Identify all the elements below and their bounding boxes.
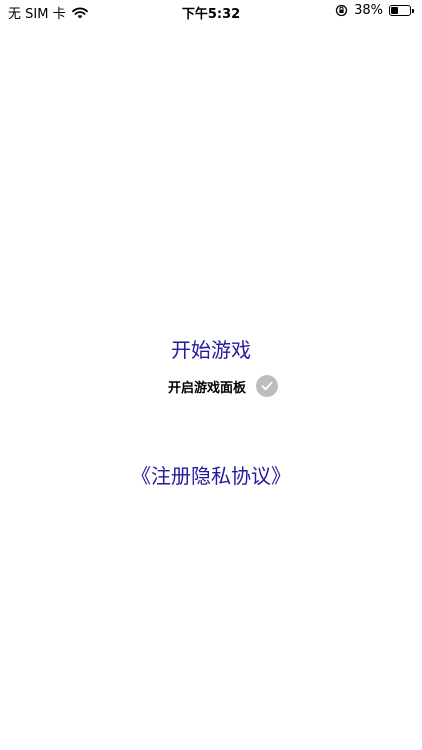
lock-rotation-icon [335, 4, 348, 17]
status-left: 无 SIM 卡 [8, 3, 88, 22]
start-game-button[interactable]: 开始游戏 [0, 334, 422, 363]
game-panel-toggle-row: 开启游戏面板 [0, 375, 422, 397]
battery-percent: 38% [354, 3, 383, 18]
app-screen: 无 SIM 卡 下午5:32 38% 开始游戏 开启游戏面板 《注册隐私协议》 [0, 0, 422, 750]
privacy-agreement-link[interactable]: 《注册隐私协议》 [0, 460, 422, 489]
wifi-icon [71, 7, 88, 19]
battery-fill [391, 7, 398, 14]
status-right: 38% [335, 3, 414, 18]
game-panel-toggle-label: 开启游戏面板 [167, 380, 246, 396]
battery-body [389, 5, 411, 16]
battery-icon [389, 5, 414, 16]
status-bar: 无 SIM 卡 下午5:32 38% [0, 0, 422, 24]
carrier-label: 无 SIM 卡 [8, 7, 66, 22]
battery-cap [412, 8, 414, 13]
check-icon[interactable] [256, 375, 278, 397]
